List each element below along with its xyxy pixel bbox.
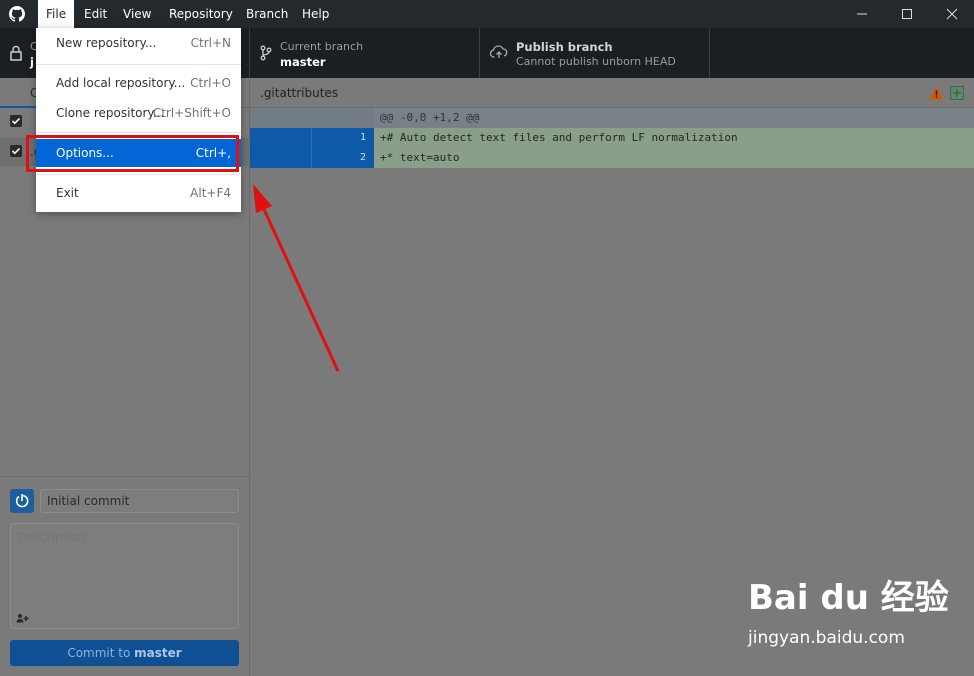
minimize-button[interactable] <box>842 0 882 28</box>
menu-branch[interactable]: Branch <box>238 0 296 28</box>
old-line-gutter[interactable] <box>250 128 312 148</box>
new-line-number[interactable]: 2 <box>312 148 374 168</box>
diff-added-line[interactable]: 1 +# Auto detect text files and perform … <box>250 128 974 148</box>
menu-item-exit[interactable]: Exit Alt+F4 <box>36 179 241 207</box>
diff-added-line[interactable]: 2 +* text=auto <box>250 148 974 168</box>
commit-button-branch: master <box>134 646 182 660</box>
publish-branch-label: Publish branch <box>516 40 613 54</box>
publish-branch-button[interactable]: Publish branch Cannot publish unborn HEA… <box>480 28 710 78</box>
checkmark-icon <box>11 117 21 125</box>
file-checkbox[interactable] <box>10 115 22 127</box>
menu-repository[interactable]: Repository <box>161 0 241 28</box>
menu-help[interactable]: Help <box>294 0 337 28</box>
menu-item-label: Clone repository... <box>56 106 165 120</box>
current-branch-button[interactable]: Current branch master <box>250 28 480 78</box>
old-line-gutter <box>250 108 312 128</box>
menu-item-label: Exit <box>56 186 79 200</box>
diff-hunk-header: @@ -0,0 +1,2 @@ <box>250 108 974 128</box>
new-line-gutter <box>312 108 374 128</box>
file-menu-dropdown: New repository... Ctrl+N Add local repos… <box>36 28 241 212</box>
menu-item-shortcut: Ctrl+N <box>190 36 231 50</box>
file-added-icon <box>950 86 964 100</box>
menu-item-shortcut: Ctrl+Shift+O <box>152 106 231 120</box>
commit-form: Commit to master <box>0 476 250 676</box>
checkmark-icon <box>11 147 21 155</box>
menu-item-new-repository[interactable]: New repository... Ctrl+N <box>36 29 241 57</box>
branch-icon <box>260 45 272 61</box>
warning-icon <box>929 86 944 100</box>
menu-item-shortcut: Alt+F4 <box>190 186 231 200</box>
menu-item-add-local-repository[interactable]: Add local repository... Ctrl+O <box>36 69 241 97</box>
diff-line-text: +# Auto detect text files and perform LF… <box>374 128 974 148</box>
title-bar: File Edit View Repository Branch Help <box>0 0 974 28</box>
watermark-url: jingyan.baidu.com <box>748 628 905 648</box>
baidu-watermark: Bai du 经验 jingyan.baidu.com <box>748 570 968 660</box>
commit-button[interactable]: Commit to master <box>10 640 239 666</box>
annotation-highlight-box <box>26 135 239 172</box>
menu-edit[interactable]: Edit <box>76 0 115 28</box>
power-icon <box>15 494 29 508</box>
commit-description-input[interactable] <box>10 523 239 629</box>
diff-line-text: +* text=auto <box>374 148 974 168</box>
minimize-icon <box>857 13 867 15</box>
lock-icon <box>10 45 22 61</box>
maximize-icon <box>902 9 912 19</box>
baidu-logo: Bai du 经验 <box>748 578 949 618</box>
diff-file-name: .gitattributes <box>260 86 339 100</box>
diff-header: .gitattributes <box>250 78 974 108</box>
menu-item-label: Add local repository... <box>56 76 186 90</box>
add-coauthor-icon[interactable] <box>16 613 30 623</box>
hunk-header-text: @@ -0,0 +1,2 @@ <box>374 108 974 128</box>
menu-item-shortcut: Ctrl+O <box>190 76 231 90</box>
menu-item-clone-repository[interactable]: Clone repository... Ctrl+Shift+O <box>36 99 241 127</box>
menu-separator <box>36 64 241 65</box>
commit-button-prefix: Commit to <box>67 646 135 660</box>
close-icon <box>946 8 958 20</box>
close-button[interactable] <box>932 0 972 28</box>
cloud-upload-icon <box>490 45 508 58</box>
new-line-number[interactable]: 1 <box>312 128 374 148</box>
avatar <box>10 489 34 513</box>
github-logo-icon <box>9 6 25 22</box>
menu-separator <box>36 132 241 133</box>
old-line-gutter[interactable] <box>250 148 312 168</box>
branch-name: master <box>280 55 326 69</box>
menu-file[interactable]: File <box>38 0 75 28</box>
repository-name: j <box>30 55 34 69</box>
commit-summary-input[interactable] <box>40 489 239 513</box>
maximize-button[interactable] <box>887 0 927 28</box>
menu-separator <box>36 174 241 175</box>
menu-item-label: New repository... <box>56 36 157 50</box>
menu-view[interactable]: View <box>115 0 159 28</box>
publish-branch-status: Cannot publish unborn HEAD <box>516 55 676 68</box>
file-checkbox[interactable] <box>10 145 22 157</box>
branch-label: Current branch <box>280 40 364 53</box>
